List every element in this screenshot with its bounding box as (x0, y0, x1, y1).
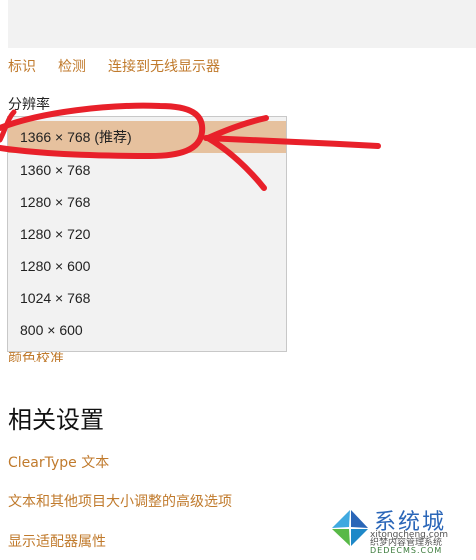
resolution-label: 分辨率 (8, 97, 50, 110)
display-preview-area (8, 0, 476, 48)
display-adapter-properties-link[interactable]: 显示适配器属性 (8, 531, 106, 551)
resolution-option-1024x768[interactable]: 1024 × 768 (8, 282, 286, 314)
advanced-sizing-link[interactable]: 文本和其他项目大小调整的高级选项 (8, 491, 232, 511)
resolution-option-1280x600[interactable]: 1280 × 600 (8, 250, 286, 282)
resolution-dropdown-list[interactable]: 1366 × 768 (推荐) 1360 × 768 1280 × 768 12… (7, 116, 287, 352)
connect-wireless-display-link[interactable]: 连接到无线显示器 (108, 56, 220, 76)
resolution-option-800x600[interactable]: 800 × 600 (8, 314, 286, 346)
watermark-badge-site: DEDECMS.COM (370, 546, 443, 555)
resolution-option-1366x768[interactable]: 1366 × 768 (推荐) (8, 121, 286, 153)
identify-link[interactable]: 标识 (8, 56, 36, 76)
cleartype-text-link[interactable]: ClearType 文本 (8, 452, 109, 472)
detect-link[interactable]: 检测 (58, 56, 86, 76)
resolution-option-1280x768[interactable]: 1280 × 768 (8, 186, 286, 218)
watermark: 系统城 xitongcheng.com 织梦内容管理系统 DEDECMS.COM (322, 500, 476, 560)
related-settings-title: 相关设置 (8, 406, 104, 434)
resolution-option-1360x768[interactable]: 1360 × 768 (8, 154, 286, 186)
windows-diamond-logo-icon (330, 508, 370, 548)
resolution-option-1280x720[interactable]: 1280 × 720 (8, 218, 286, 250)
